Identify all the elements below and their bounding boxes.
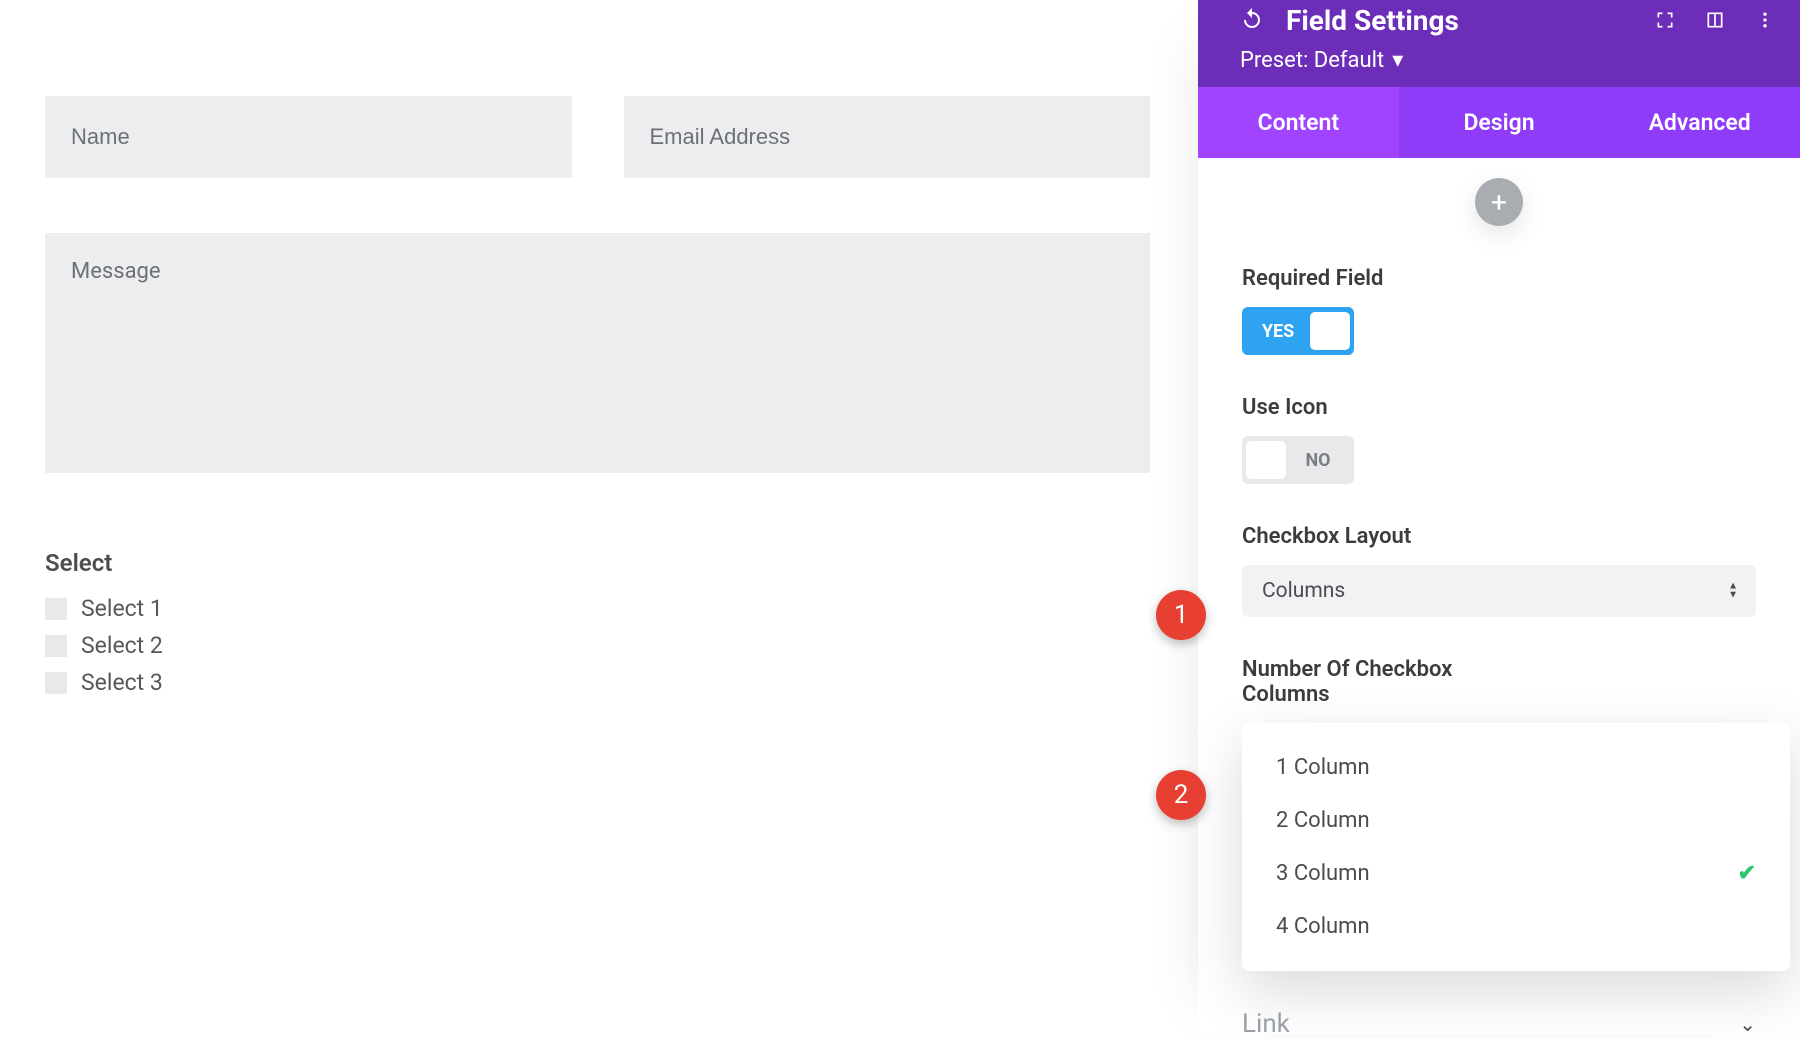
expand-icon[interactable] (1654, 9, 1676, 31)
checkbox-label: Select 1 (81, 595, 163, 622)
checkbox-label: Select 2 (81, 632, 163, 659)
check-icon: ✔ (1738, 861, 1756, 886)
toggle-value: YES (1246, 321, 1310, 342)
chevron-down-icon: ⌄ (1739, 1012, 1756, 1036)
preset-selector[interactable]: Preset: Default ▾ (1240, 48, 1776, 73)
checkbox-group: Select Select 1 Select 2 Select 3 (45, 549, 1150, 696)
add-button[interactable]: + (1475, 178, 1523, 226)
form-row-top (45, 96, 1150, 178)
link-section[interactable]: Link ⌄ (1242, 989, 1756, 1039)
toggle-knob (1310, 312, 1350, 350)
dropdown-option[interactable]: 1 Column (1242, 741, 1790, 794)
setting-num-columns: Number Of Checkbox Columns 1 Column 2 Co… (1242, 657, 1756, 971)
annotation-badge-2: 2 (1156, 770, 1206, 820)
name-input[interactable] (45, 96, 572, 178)
checkbox-label: Select 3 (81, 669, 163, 696)
more-icon[interactable] (1754, 9, 1776, 31)
panel-header: Field Settings Preset: Default ▾ (1198, 0, 1800, 87)
num-columns-dropdown: 1 Column 2 Column 3 Column ✔ 4 Column (1242, 723, 1790, 971)
checkbox-icon (45, 672, 67, 694)
checkbox-icon (45, 635, 67, 657)
tab-design[interactable]: Design (1399, 87, 1600, 158)
panel-body: + Required Field YES Use Icon NO Checkbo… (1198, 158, 1800, 1039)
toggle-value: NO (1286, 450, 1350, 471)
option-label: 4 Column (1276, 914, 1370, 939)
dropdown-option[interactable]: 4 Column (1242, 900, 1790, 953)
setting-label: Required Field (1242, 266, 1756, 291)
plus-icon: + (1491, 186, 1507, 219)
form-preview: Select Select 1 Select 2 Select 3 (45, 96, 1150, 706)
checkbox-option[interactable]: Select 1 (45, 595, 1150, 622)
select-value: Columns (1262, 579, 1345, 603)
setting-use-icon: Use Icon NO (1242, 395, 1756, 484)
undo-icon[interactable] (1240, 6, 1264, 34)
email-input[interactable] (624, 96, 1151, 178)
setting-label: Checkbox Layout (1242, 524, 1756, 549)
settings-panel: Field Settings Preset: Default ▾ Content… (1198, 0, 1800, 1035)
checkbox-option[interactable]: Select 2 (45, 632, 1150, 659)
toggle-knob (1246, 441, 1286, 479)
checkbox-group-label: Select (45, 549, 1150, 577)
option-label: 2 Column (1276, 808, 1370, 833)
setting-label: Number Of Checkbox Columns (1242, 657, 1502, 707)
annotation-badge-1: 1 (1156, 590, 1206, 640)
required-field-toggle[interactable]: YES (1242, 307, 1354, 355)
preset-label: Preset: Default (1240, 48, 1384, 73)
checkbox-option[interactable]: Select 3 (45, 669, 1150, 696)
checkbox-icon (45, 598, 67, 620)
snap-icon[interactable] (1704, 9, 1726, 31)
message-textarea[interactable] (45, 233, 1150, 473)
panel-tabs: Content Design Advanced (1198, 87, 1800, 158)
tab-content[interactable]: Content (1198, 87, 1399, 158)
option-label: 1 Column (1276, 755, 1370, 780)
setting-label: Use Icon (1242, 395, 1756, 420)
use-icon-toggle[interactable]: NO (1242, 436, 1354, 484)
dropdown-option[interactable]: 3 Column ✔ (1242, 847, 1790, 900)
setting-checkbox-layout: Checkbox Layout Columns ▲▼ (1242, 524, 1756, 617)
setting-required-field: Required Field YES (1242, 266, 1756, 355)
chevron-down-icon: ▾ (1392, 48, 1403, 73)
option-label: 3 Column (1276, 861, 1370, 886)
checkbox-layout-select[interactable]: Columns ▲▼ (1242, 565, 1756, 617)
sort-arrows-icon: ▲▼ (1728, 583, 1738, 600)
panel-title: Field Settings (1286, 4, 1654, 37)
tab-advanced[interactable]: Advanced (1599, 87, 1800, 158)
dropdown-option[interactable]: 2 Column (1242, 794, 1790, 847)
